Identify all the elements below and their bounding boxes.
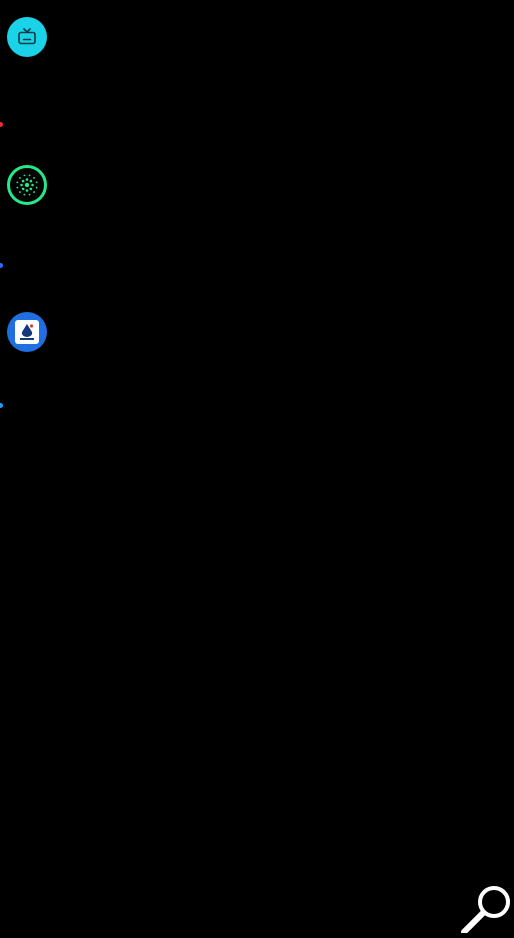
notification-dot (0, 263, 3, 268)
notification-dot (0, 122, 3, 127)
app-icon-dots[interactable] (7, 165, 47, 205)
app-icon-brand[interactable] (7, 312, 47, 352)
app-icon-tv[interactable] (7, 17, 47, 57)
tv-icon (18, 28, 36, 45)
brand-logo-icon (15, 320, 39, 344)
search-button[interactable] (460, 884, 512, 935)
search-icon (461, 886, 510, 935)
dots-grid-icon (16, 174, 38, 196)
notification-dot (0, 403, 3, 408)
